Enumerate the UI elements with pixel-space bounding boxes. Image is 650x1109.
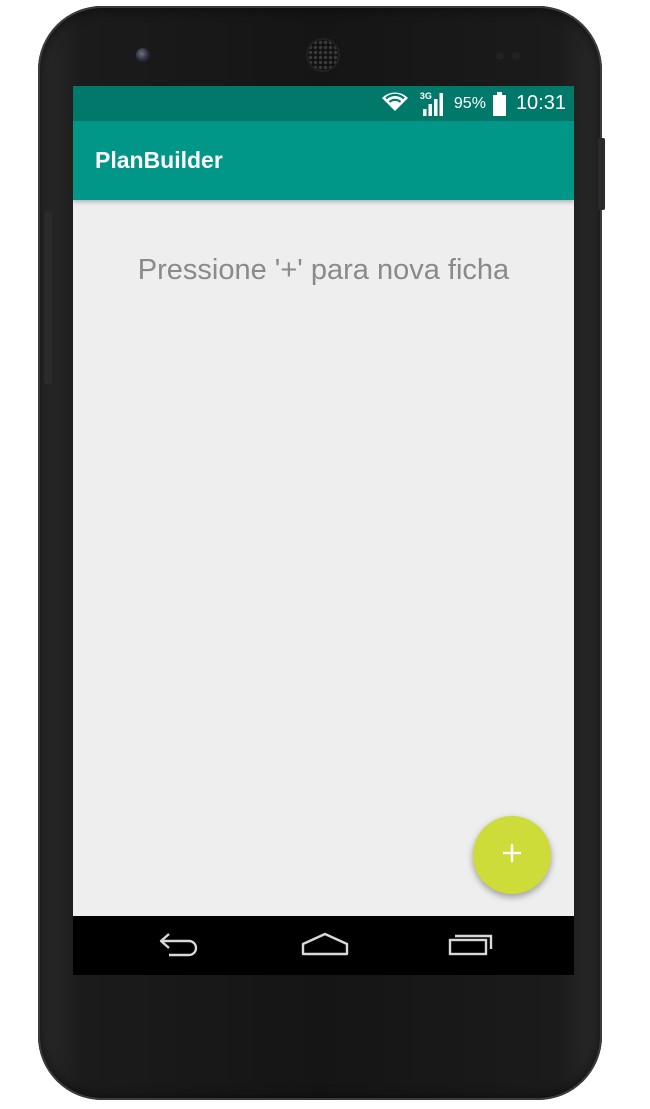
recent-apps-icon	[447, 930, 495, 963]
plus-icon	[501, 842, 523, 869]
navigation-bar	[73, 916, 574, 975]
earpiece-speaker	[308, 40, 338, 70]
battery-percent: 95%	[453, 94, 486, 112]
light-sensor	[512, 52, 520, 60]
battery-icon	[492, 91, 506, 116]
home-button[interactable]	[295, 926, 355, 966]
proximity-sensor	[496, 52, 504, 60]
back-button[interactable]	[149, 926, 209, 966]
wifi-icon	[380, 89, 410, 118]
status-bar: 3G 95% 10:31	[73, 86, 574, 121]
app-title: PlanBuilder	[95, 147, 223, 173]
empty-state-message: Pressione '+' para nova ficha	[137, 254, 510, 286]
recent-apps-button[interactable]	[441, 926, 501, 966]
cell-signal-icon: 3G	[420, 91, 446, 116]
app-bar: PlanBuilder	[73, 121, 574, 200]
add-plan-button[interactable]	[473, 816, 551, 894]
volume-button	[44, 212, 52, 384]
front-camera	[136, 48, 150, 62]
home-icon	[300, 930, 350, 963]
status-icons: 3G 95% 10:31	[380, 86, 566, 121]
clock: 10:31	[515, 92, 566, 114]
back-icon	[155, 930, 203, 963]
power-button	[598, 138, 605, 210]
screen: 3G 95% 10:31 PlanBuilder Pressione '+' p…	[73, 86, 574, 975]
